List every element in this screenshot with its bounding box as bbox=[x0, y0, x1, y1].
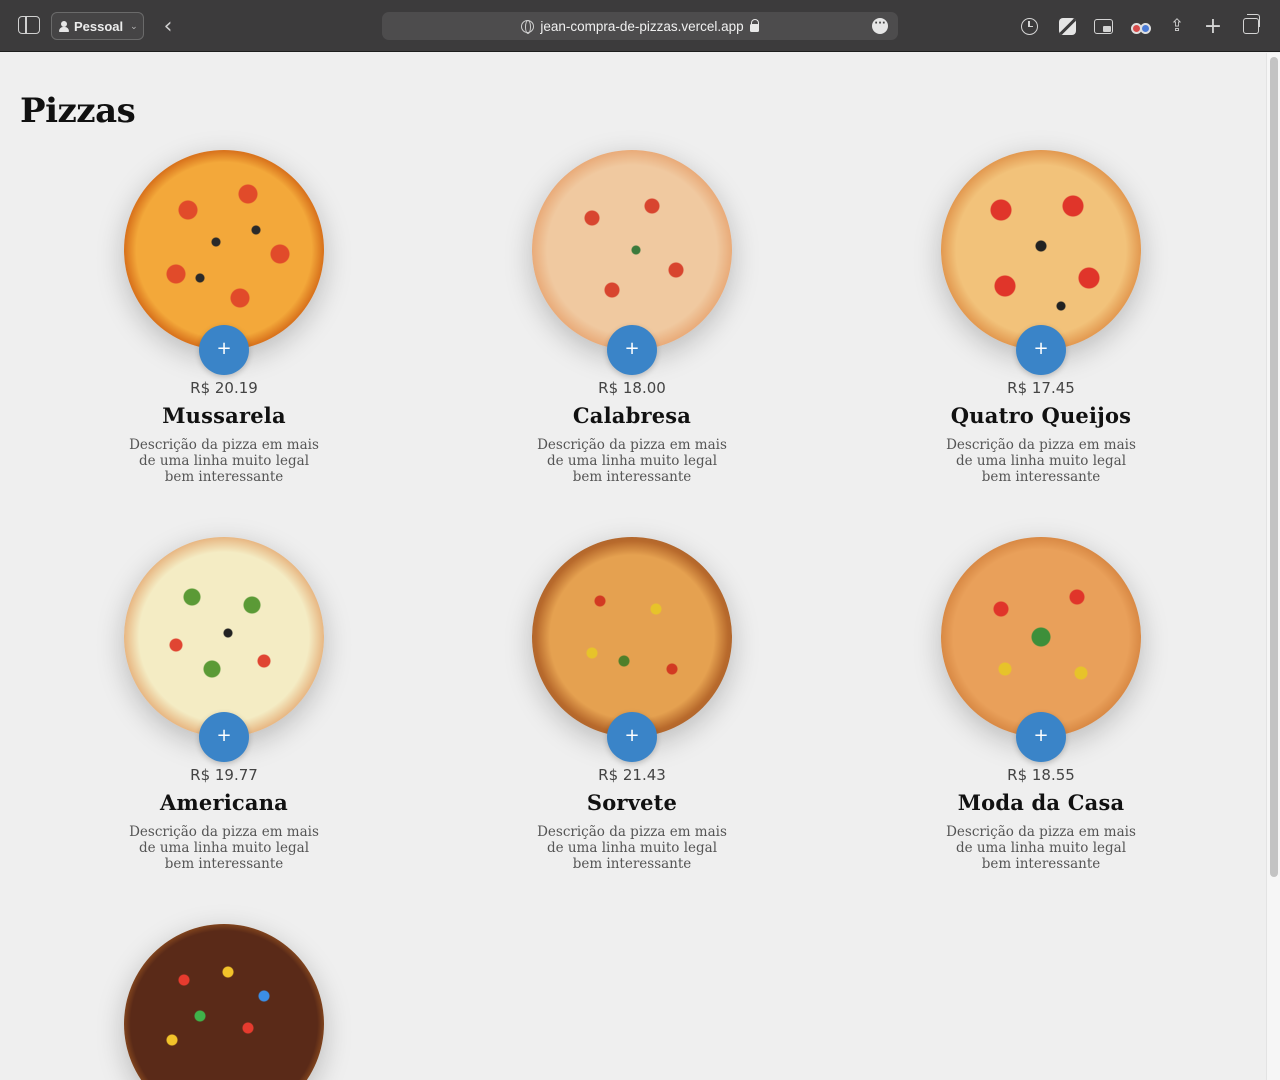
profile-button[interactable]: Pessoal ⌄ bbox=[51, 12, 144, 40]
history-icon[interactable] bbox=[1018, 15, 1040, 37]
browser-toolbar: Pessoal ⌄ ‹ jean-compra-de-pizzas.vercel… bbox=[0, 0, 1280, 52]
pizza-description: Descrição da pizza em mais de uma linha … bbox=[129, 824, 319, 872]
pizza-image bbox=[532, 150, 732, 350]
pizza-name: Sorvete bbox=[586, 790, 678, 815]
pizza-image bbox=[124, 924, 324, 1080]
pizza-image bbox=[941, 150, 1141, 350]
extension-icon[interactable] bbox=[1056, 15, 1078, 37]
pizza-image bbox=[124, 537, 324, 737]
page-scrollbar[interactable] bbox=[1266, 53, 1280, 1080]
pizza-name: Calabresa bbox=[572, 403, 692, 428]
pizza-description: Descrição da pizza em mais de uma linha … bbox=[946, 824, 1136, 872]
add-pizza-button[interactable]: + bbox=[1016, 712, 1066, 762]
page-title: Pizzas bbox=[20, 91, 136, 131]
page-content: Pizzas + R$ 20.19 Mussarela Descrição da… bbox=[0, 53, 1266, 1080]
share-icon[interactable]: ⇪ bbox=[1166, 15, 1188, 37]
pizza-price: R$ 18.00 bbox=[598, 379, 666, 397]
pizza-name: Quatro Queijos bbox=[950, 403, 1132, 428]
extension-glasses-icon[interactable] bbox=[1129, 15, 1151, 37]
pizza-price: R$ 20.19 bbox=[190, 379, 258, 397]
sidebar-icon[interactable] bbox=[18, 16, 40, 34]
scrollbar-thumb[interactable] bbox=[1270, 57, 1278, 877]
pizza-price: R$ 18.55 bbox=[1007, 766, 1075, 784]
pizza-name: Moda da Casa bbox=[957, 790, 1125, 815]
pizza-description: Descrição da pizza em mais de uma linha … bbox=[946, 437, 1136, 485]
globe-icon bbox=[521, 19, 535, 34]
pizza-name: Americana bbox=[160, 790, 288, 815]
add-pizza-button[interactable]: + bbox=[199, 712, 249, 762]
pizza-description: Descrição da pizza em mais de uma linha … bbox=[537, 824, 727, 872]
address-bar[interactable]: jean-compra-de-pizzas.vercel.app ··· bbox=[382, 12, 898, 40]
pizza-image bbox=[532, 537, 732, 737]
pizza-name: Mussarela bbox=[162, 403, 286, 428]
add-pizza-button[interactable]: + bbox=[1016, 325, 1066, 375]
pizza-price: R$ 21.43 bbox=[598, 766, 666, 784]
pizza-description: Descrição da pizza em mais de uma linha … bbox=[129, 437, 319, 485]
url-text: jean-compra-de-pizzas.vercel.app bbox=[540, 18, 744, 34]
pizza-image bbox=[941, 537, 1141, 737]
chevron-down-icon: ⌄ bbox=[130, 20, 138, 31]
pizza-image bbox=[124, 150, 324, 350]
tab-overview-icon[interactable] bbox=[1240, 14, 1262, 37]
pizza-description: Descrição da pizza em mais de uma linha … bbox=[537, 437, 727, 485]
person-icon bbox=[59, 20, 69, 32]
new-tab-icon[interactable]: + bbox=[1202, 14, 1224, 39]
add-pizza-button[interactable]: + bbox=[199, 325, 249, 375]
profile-label: Pessoal bbox=[74, 18, 124, 34]
add-pizza-button[interactable]: + bbox=[607, 712, 657, 762]
add-pizza-button[interactable]: + bbox=[607, 325, 657, 375]
back-icon[interactable]: ‹ bbox=[158, 14, 178, 39]
pizza-price: R$ 19.77 bbox=[190, 766, 258, 784]
more-icon[interactable]: ··· bbox=[872, 18, 888, 34]
lock-icon bbox=[749, 19, 760, 32]
picture-in-picture-icon[interactable] bbox=[1092, 15, 1114, 37]
pizza-price: R$ 17.45 bbox=[1007, 379, 1075, 397]
